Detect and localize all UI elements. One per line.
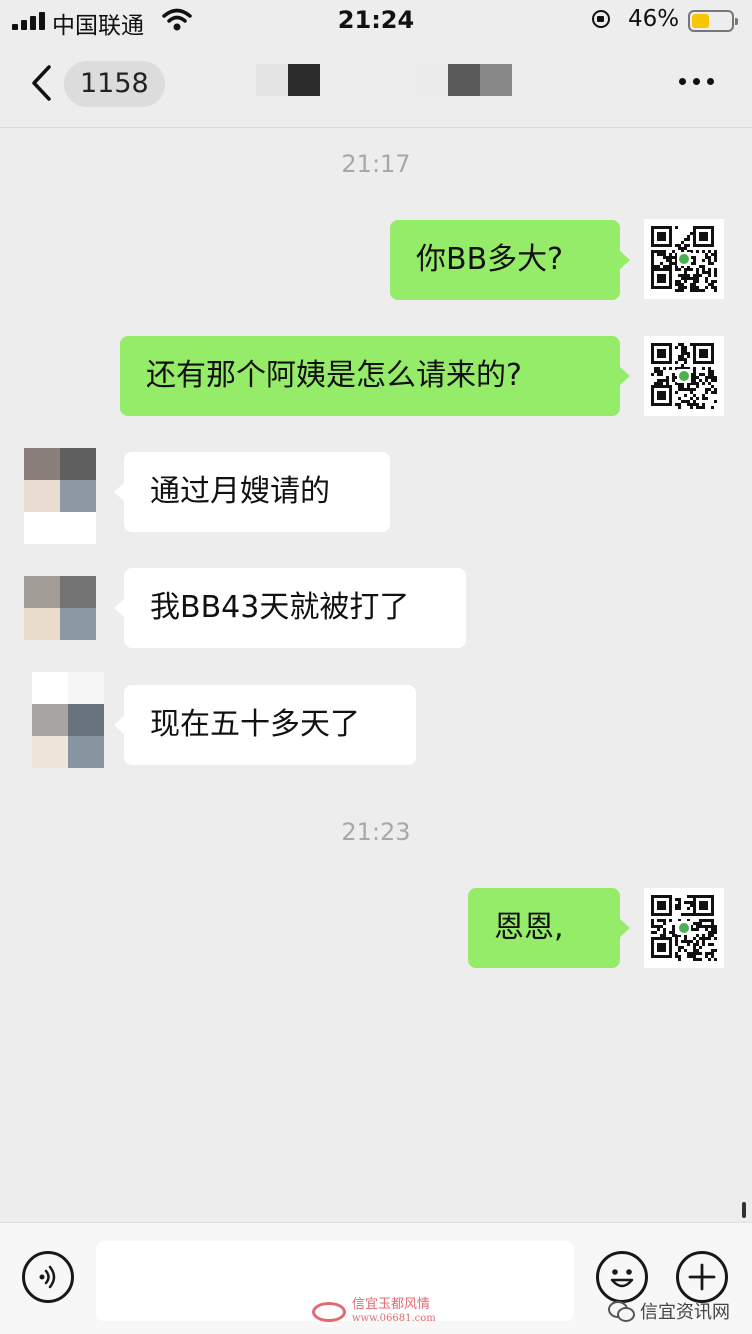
watermark-text: 信宜玉都风情 www.06681.com [352, 1298, 436, 1326]
wechat-watermark: 信宜资讯网 [608, 1298, 730, 1324]
plus-icon[interactable] [676, 1251, 728, 1303]
watermark-wechat-account: 信宜资讯网 [640, 1302, 730, 1323]
input-bar: 信宜玉都风情 www.06681.com 信宜资讯网 [0, 1222, 752, 1334]
contact-avatar-blurred[interactable] [32, 672, 104, 768]
watermark-site-name: 信宜玉都风情 [352, 1297, 431, 1312]
back-icon[interactable] [30, 65, 52, 101]
chat-timestamp: 21:23 [341, 818, 411, 846]
battery-level-fill [692, 14, 709, 28]
message-bubble-incoming[interactable]: 我BB43天就被打了 [114, 568, 466, 648]
chat-title-blurred [416, 64, 512, 96]
contact-avatar-blurred[interactable] [24, 448, 96, 544]
wechat-icon [608, 1301, 635, 1322]
watermark-logo-icon [312, 1302, 346, 1322]
orientation-lock-icon [592, 10, 610, 28]
qr-code-avatar[interactable] [644, 336, 724, 416]
message-bubble-incoming[interactable]: 通过月嫂请的 [114, 452, 390, 532]
battery-icon [688, 10, 738, 32]
chat-header: 1158 [0, 40, 752, 128]
unread-count-badge[interactable]: 1158 [64, 61, 165, 107]
voice-icon[interactable] [22, 1251, 74, 1303]
message-bubble-outgoing[interactable]: 还有那个阿姨是怎么请来的? [120, 336, 630, 416]
watermark-site-url: www.06681.com [352, 1313, 436, 1324]
message-bubble-outgoing[interactable]: 恩恩, [468, 888, 630, 968]
status-bar: 中国联通 21:24 46% [0, 0, 752, 40]
contact-avatar-blurred[interactable] [24, 576, 96, 640]
qr-code-avatar[interactable] [644, 888, 724, 968]
battery-percent: 46% [628, 6, 680, 32]
chat-timestamp: 21:17 [341, 150, 411, 178]
emoji-icon[interactable] [596, 1251, 648, 1303]
message-bubble-incoming[interactable]: 现在五十多天了 [114, 685, 416, 765]
message-bubble-outgoing[interactable]: 你BB多大? [390, 220, 630, 300]
more-icon[interactable] [679, 78, 714, 85]
site-watermark: 信宜玉都风情 www.06681.com [312, 1298, 436, 1326]
scrollbar[interactable] [742, 1202, 746, 1218]
qr-code-avatar[interactable] [644, 219, 724, 299]
chat-title-blurred [256, 64, 320, 96]
